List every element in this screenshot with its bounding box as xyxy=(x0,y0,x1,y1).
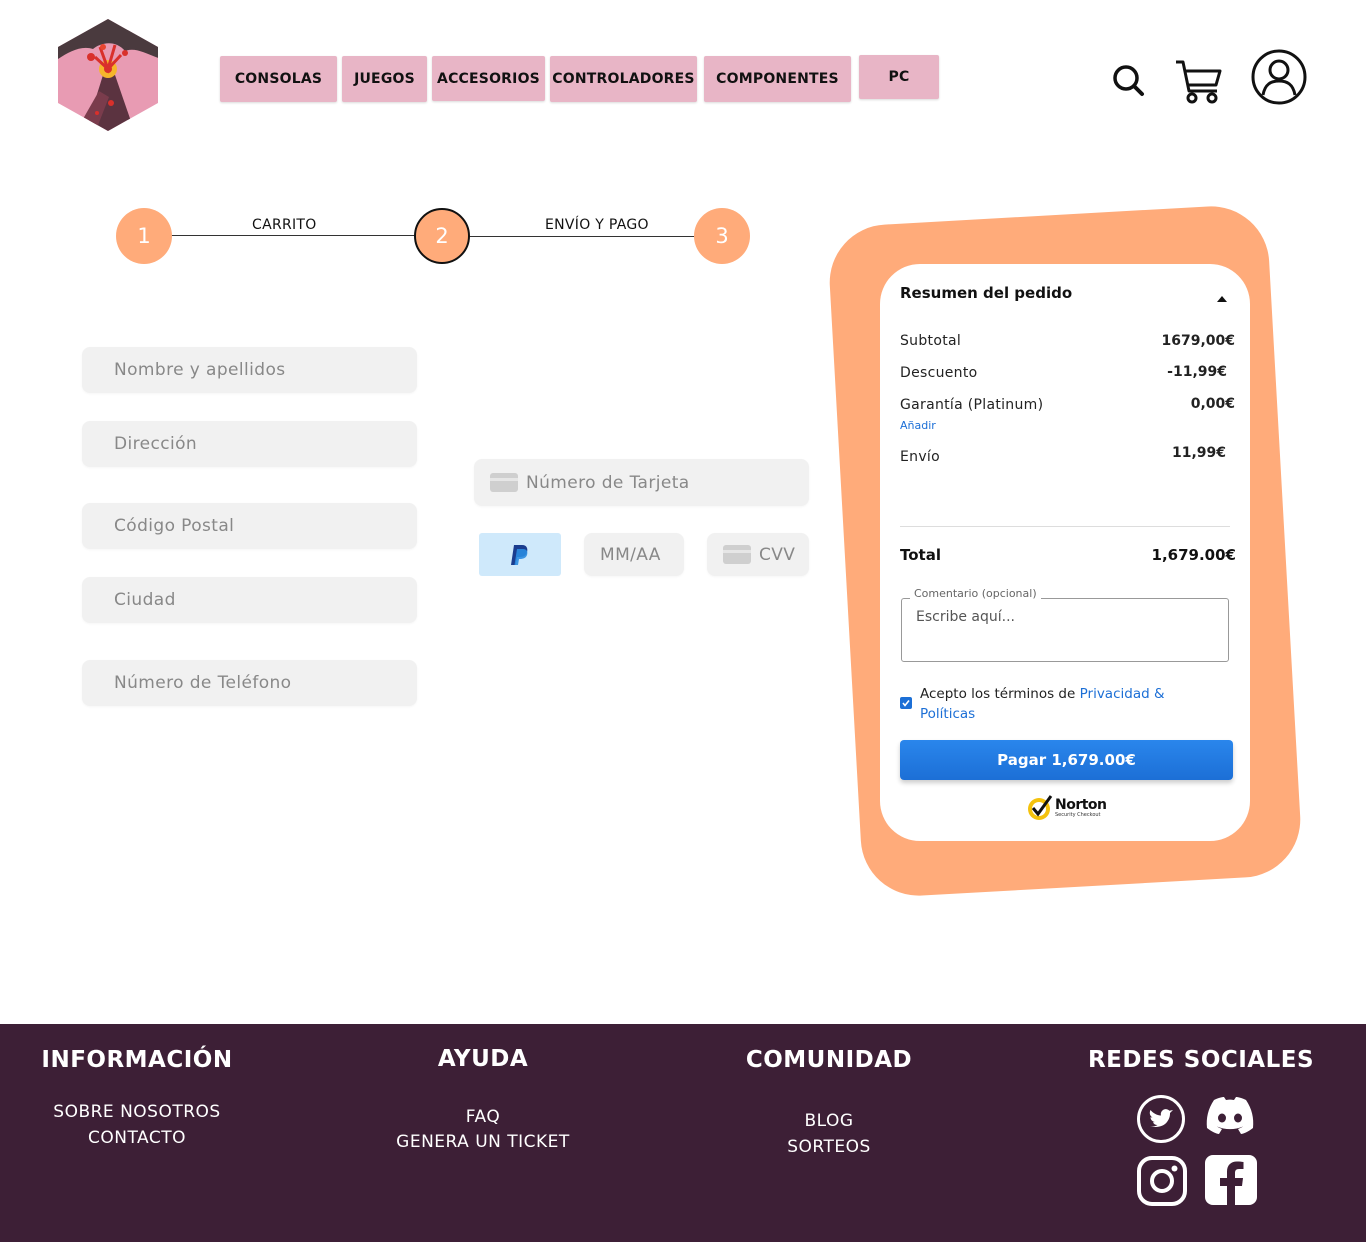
terms-label: Acepto los términos de xyxy=(920,686,1080,702)
facebook-icon[interactable] xyxy=(1205,1155,1257,1209)
footer-link-about[interactable]: SOBRE NOSOTROS xyxy=(30,1102,244,1122)
paypal-icon xyxy=(511,544,528,565)
check-icon xyxy=(902,700,910,707)
terms-checkbox[interactable] xyxy=(900,697,912,709)
user-icon[interactable] xyxy=(1251,49,1307,109)
nav-item-consolas[interactable]: CONSOLAS xyxy=(220,56,337,102)
cvv-input[interactable]: CVV xyxy=(707,533,809,576)
total-label: Total xyxy=(900,546,941,564)
subtotal-label: Subtotal xyxy=(900,333,962,349)
footer-link-sorteos[interactable]: SORTEOS xyxy=(729,1137,929,1157)
comment-legend: Comentario (opcional) xyxy=(910,587,1041,600)
card-icon xyxy=(490,473,518,492)
discount-label: Descuento xyxy=(900,365,978,381)
name-input[interactable]: Nombre y apellidos xyxy=(82,347,417,393)
search-icon[interactable] xyxy=(1110,62,1146,102)
shipping-label: Envío xyxy=(900,449,940,465)
cart-icon[interactable] xyxy=(1173,57,1225,109)
warranty-label: Garantía (Platinum) xyxy=(900,397,1044,413)
norton-badge: Norton Security Checkout xyxy=(1026,794,1107,822)
nav-item-componentes[interactable]: COMPONENTES xyxy=(704,56,851,102)
footer-link-contact[interactable]: CONTACTO xyxy=(30,1128,244,1148)
card-number-placeholder: Número de Tarjeta xyxy=(526,472,690,493)
norton-brand: Norton xyxy=(1055,797,1107,813)
footer-link-blog[interactable]: BLOG xyxy=(729,1111,929,1131)
norton-check-icon xyxy=(1028,795,1053,820)
summary-title: Resumen del pedido xyxy=(900,284,1073,302)
total-value: 1,679.00€ xyxy=(1151,546,1236,564)
card-number-input[interactable]: Número de Tarjeta xyxy=(474,459,809,506)
pay-button[interactable]: Pagar 1,679.00€ xyxy=(900,740,1233,780)
discount-value: -11,99€ xyxy=(1167,364,1227,380)
step-1[interactable]: 1 xyxy=(116,208,172,264)
nav-item-accesorios[interactable]: ACCESORIOS xyxy=(432,56,545,101)
norton-subtitle: Security Checkout xyxy=(1055,812,1101,818)
logo[interactable] xyxy=(55,17,161,133)
expiry-input[interactable]: MM/AA xyxy=(584,533,684,576)
footer-info-title: INFORMACIÓN xyxy=(41,1047,233,1073)
discord-icon[interactable] xyxy=(1202,1094,1258,1144)
step-3[interactable]: 3 xyxy=(694,208,750,264)
step-2[interactable]: 2 xyxy=(414,208,470,264)
warranty-add-link[interactable]: Añadir xyxy=(900,419,936,432)
nav-item-juegos[interactable]: JUEGOS xyxy=(342,56,427,102)
phone-input[interactable]: Número de Teléfono xyxy=(82,660,417,706)
collapse-arrow-icon[interactable] xyxy=(1216,288,1228,307)
step-label-shipping: ENVÍO Y PAGO xyxy=(545,217,649,233)
address-input[interactable]: Dirección xyxy=(82,421,417,467)
comment-textarea[interactable]: Escribe aquí... xyxy=(901,598,1229,662)
warranty-value: 0,00€ xyxy=(1190,396,1235,412)
city-input[interactable]: Ciudad xyxy=(82,577,417,623)
terms-text: Acepto los términos de Privacidad & Polí… xyxy=(920,684,1220,724)
step-connector xyxy=(170,235,417,236)
comment-placeholder: Escribe aquí... xyxy=(916,609,1016,625)
postal-code-input[interactable]: Código Postal xyxy=(82,503,417,549)
nav-item-controladores[interactable]: CONTROLADORES xyxy=(550,56,697,102)
nav-item-pc[interactable]: PC xyxy=(859,55,939,99)
subtotal-value: 1679,00€ xyxy=(1161,333,1235,349)
footer-link-faq[interactable]: FAQ xyxy=(363,1107,603,1127)
footer-social-title: REDES SOCIALES xyxy=(1087,1047,1315,1073)
footer-help-title: AYUDA xyxy=(437,1046,529,1072)
cvv-placeholder: CVV xyxy=(759,544,796,565)
footer-community-title: COMUNIDAD xyxy=(745,1047,913,1073)
instagram-icon[interactable] xyxy=(1137,1156,1187,1210)
shipping-value: 11,99€ xyxy=(1171,445,1226,461)
paypal-button[interactable] xyxy=(479,533,561,576)
twitter-icon[interactable] xyxy=(1136,1094,1186,1148)
step-connector xyxy=(469,236,697,237)
step-label-cart: CARRITO xyxy=(252,217,317,233)
card-icon xyxy=(723,545,751,564)
summary-divider xyxy=(900,526,1230,527)
footer-link-ticket[interactable]: GENERA UN TICKET xyxy=(363,1132,603,1152)
